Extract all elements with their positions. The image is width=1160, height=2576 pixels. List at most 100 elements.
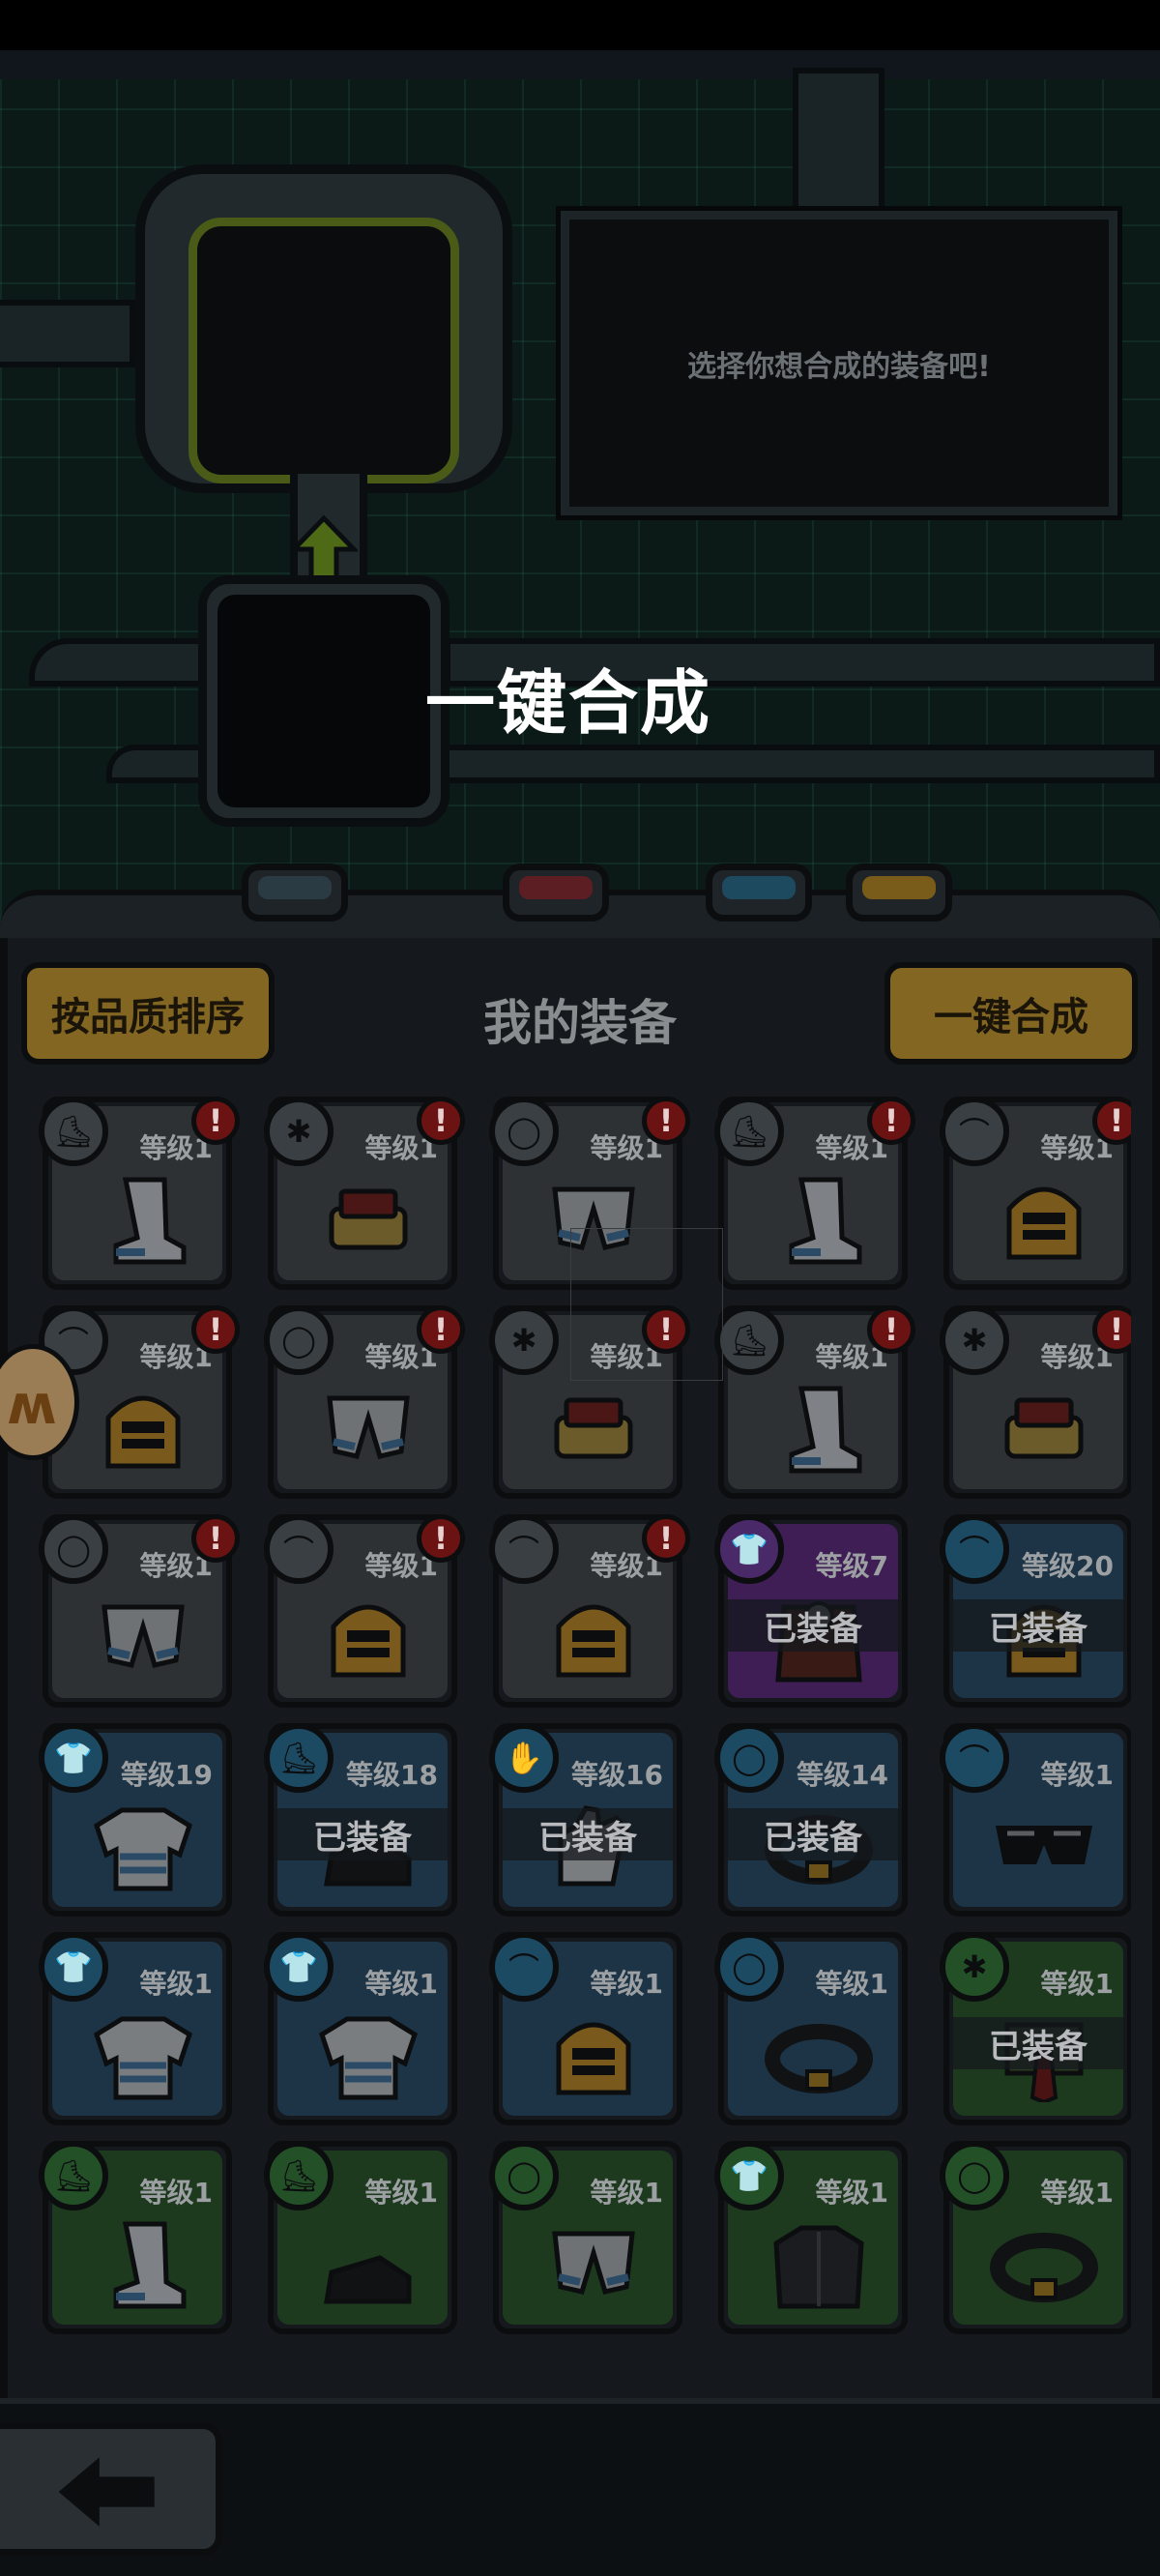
indicator-light-red: [503, 864, 609, 922]
pipe-lower-left: [29, 638, 222, 687]
equipment-level-label: 等级1: [815, 1968, 888, 2000]
equipment-tile[interactable]: 等级1 ⌒!: [489, 1514, 690, 1708]
equipment-level-label: 等级1: [364, 2177, 438, 2209]
info-screen: 选择你想合成的装备吧!: [556, 206, 1122, 520]
equipment-level-label: 等级20: [1022, 1550, 1114, 1582]
helmet-icon: [1006, 1186, 1082, 1260]
helmet-slot-icon: ⌒: [940, 1097, 1009, 1166]
belt-slot-icon: ◯: [489, 2141, 559, 2210]
equipped-label: 已装备: [499, 1808, 677, 1860]
belt-icon: [990, 2233, 1098, 2302]
equipped-label: 已装备: [724, 1599, 902, 1652]
boot-slot-icon: ⛸: [264, 1723, 334, 1793]
alert-icon: !: [417, 1514, 465, 1563]
alert-icon: !: [642, 1097, 690, 1145]
equipment-tile[interactable]: 等级1 ⛸!: [714, 1305, 915, 1499]
back-arrow-icon: [58, 2457, 155, 2527]
boot-slot-icon: ⛸: [714, 1097, 784, 1166]
pants-icon: [552, 2231, 635, 2295]
shirt-slot-icon: 👕: [714, 2141, 784, 2210]
equipment-tile[interactable]: 等级7 👕 已装备: [714, 1514, 908, 1708]
equipment-tile[interactable]: 等级18 ⛸ 已装备: [264, 1723, 457, 1917]
equipment-tile[interactable]: 等级1 ⛸!: [714, 1097, 915, 1290]
equipment-tile[interactable]: 等级20 ⌒ 已装备: [940, 1514, 1131, 1708]
shirt-slot-icon: 👕: [264, 1932, 334, 2002]
equipment-tile[interactable]: 等级1 ⌒!: [264, 1514, 465, 1708]
equipment-level-label: 等级16: [571, 1759, 663, 1791]
shoulder-slot-icon: ✱: [489, 1305, 559, 1375]
glasses-icon: [996, 1826, 1092, 1864]
belt-slot-icon: ◯: [489, 1097, 559, 1166]
one-click-merge-button[interactable]: 一键合成: [884, 962, 1138, 1065]
source-slot[interactable]: [218, 595, 430, 807]
equipment-tile[interactable]: 等级1 ✱ 已装备: [940, 1932, 1131, 2125]
equipment-tile[interactable]: 等级14 ◯ 已装备: [714, 1723, 908, 1917]
equipped-label: 已装备: [274, 1808, 451, 1860]
equipment-tile[interactable]: 等级1 👕: [264, 1932, 457, 2125]
helmet-slot-icon: ⌒: [940, 1514, 1009, 1584]
equipment-level-label: 等级1: [1040, 2177, 1114, 2209]
helmet-icon: [331, 1604, 406, 1678]
belt-slot-icon: ◯: [940, 2141, 1009, 2210]
equipment-level-label: 等级19: [121, 1759, 213, 1791]
equipment-tile[interactable]: 等级1 ⌒: [940, 1723, 1131, 1917]
shoulder-icon: [554, 1397, 633, 1459]
equipment-tile[interactable]: 等级1 ✱!: [264, 1097, 465, 1290]
boot-icon: [789, 1177, 862, 1265]
pants-icon: [102, 1604, 185, 1668]
belt-slot-icon: ◯: [714, 1723, 784, 1793]
equipment-tile[interactable]: 等级1 ◯: [940, 2141, 1131, 2334]
alert-icon: !: [642, 1514, 690, 1563]
equipment-tile[interactable]: 等级1 👕: [714, 2141, 908, 2334]
equipment-tile[interactable]: 等级16 ✋ 已装备: [489, 1723, 682, 1917]
equipment-tile[interactable]: 等级1 ◯: [714, 1932, 908, 2125]
alert-icon: !: [417, 1097, 465, 1145]
suit-icon: [773, 2225, 864, 2309]
sort-by-quality-button[interactable]: 按品质排序: [21, 962, 275, 1065]
equipment-level-label: 等级1: [590, 2177, 663, 2209]
boot-slot-icon: ⛸: [39, 1097, 108, 1166]
equipment-tile[interactable]: 等级1 ✱!: [940, 1305, 1131, 1499]
equipment-tile[interactable]: 等级1 ⌒!: [940, 1097, 1131, 1290]
equipment-tile[interactable]: 等级1 ◯!: [39, 1514, 240, 1708]
workshop-top-band: [0, 50, 1160, 79]
helmet-icon: [556, 2022, 631, 2095]
equipment-tile[interactable]: 等级1 ⛸: [39, 2141, 232, 2334]
equipment-tile[interactable]: 等级1 ⌒: [489, 1932, 682, 2125]
glove-slot-icon: ✋: [489, 1723, 559, 1793]
belt-slot-icon: ◯: [714, 1932, 784, 2002]
alert-icon: !: [417, 1305, 465, 1354]
equipment-tile[interactable]: 等级1 👕: [39, 1932, 232, 2125]
pipe-top: [793, 68, 884, 213]
equipment-tile[interactable]: 等级1 ⛸: [264, 2141, 457, 2334]
armor-icon: [94, 1807, 192, 1891]
alert-icon: !: [191, 1514, 240, 1563]
assistant-icon: ʍ: [7, 1374, 57, 1437]
equipment-tile[interactable]: 等级1 ◯: [489, 2141, 682, 2334]
shirt-slot-icon: 👕: [39, 1932, 108, 2002]
equipment-tile[interactable]: 等级1 ◯!: [264, 1305, 465, 1499]
one-click-merge-overlay-label: 一键合成: [425, 662, 712, 744]
boot-slot-icon: ⛸: [714, 1305, 784, 1375]
equipped-label: 已装备: [949, 2017, 1127, 2069]
status-bar: [0, 0, 1160, 50]
shirt-slot-icon: 👕: [39, 1723, 108, 1793]
alert-icon: !: [867, 1097, 915, 1145]
pipe-left: [0, 300, 135, 367]
target-slot[interactable]: [188, 218, 459, 483]
boot-icon: [113, 2221, 187, 2309]
helmet-slot-icon: ⌒: [489, 1514, 559, 1584]
alert-icon: !: [867, 1305, 915, 1354]
shirt-slot-icon: 👕: [714, 1514, 784, 1584]
equipment-tile[interactable]: 等级19 👕: [39, 1723, 232, 1917]
belt-slot-icon: ◯: [39, 1514, 108, 1584]
helmet-slot-icon: ⌒: [940, 1723, 1009, 1793]
info-screen-text: 选择你想合成的装备吧!: [687, 349, 991, 384]
indicator-light-gray: [242, 864, 348, 922]
shoulder-icon: [1004, 1397, 1084, 1459]
equipment-tile[interactable]: 等级1 ⛸!: [39, 1097, 240, 1290]
shoulder-slot-icon: ✱: [940, 1305, 1009, 1375]
equipment-level-label: 等级1: [815, 2177, 888, 2209]
alert-icon: !: [191, 1097, 240, 1145]
back-button[interactable]: [0, 2422, 222, 2556]
